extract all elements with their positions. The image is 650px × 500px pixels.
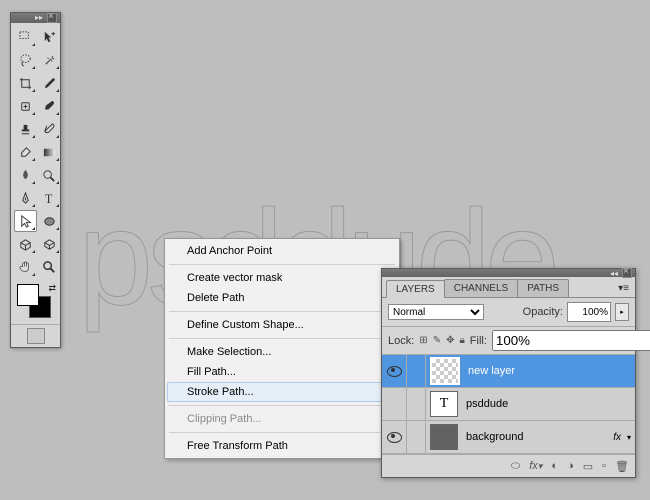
adjustment-icon[interactable]: ◑	[567, 460, 574, 472]
layer-name[interactable]: new layer	[464, 365, 635, 377]
move-tool[interactable]	[14, 26, 37, 48]
menu-create-vector-mask[interactable]: Create vector mask	[167, 268, 397, 288]
menu-stroke-path[interactable]: Stroke Path...	[167, 382, 397, 402]
link-cell[interactable]	[407, 355, 426, 387]
fill-input[interactable]	[492, 330, 650, 351]
group-icon[interactable]: ▭	[583, 460, 593, 473]
color-swatches[interactable]: ⇄	[11, 281, 60, 324]
lock-pixels-icon[interactable]: ✎	[433, 334, 441, 347]
hand-tool[interactable]	[14, 256, 37, 278]
menu-clipping-path: Clipping Path...	[167, 409, 397, 429]
eyedropper-tool[interactable]	[38, 72, 61, 94]
healing-tool[interactable]	[14, 95, 37, 117]
history-brush-tool[interactable]	[38, 118, 61, 140]
shape-tool[interactable]	[38, 210, 61, 232]
layers-panel: ◂◂ LAYERS CHANNELS PATHS ▾≡ Normal Opaci…	[381, 268, 636, 478]
blend-mode-select[interactable]: Normal	[388, 304, 484, 320]
brush-tool[interactable]	[38, 95, 61, 117]
tab-channels[interactable]: CHANNELS	[444, 279, 518, 297]
link-layers-icon[interactable]: ⬭	[511, 460, 520, 473]
fx-badge[interactable]: fx	[613, 432, 621, 443]
link-cell[interactable]	[407, 421, 426, 453]
close-icon[interactable]	[47, 13, 57, 23]
tab-paths[interactable]: PATHS	[517, 279, 569, 297]
menu-add-anchor-point[interactable]: Add Anchor Point	[167, 241, 397, 261]
tools-panel: ▸▸ T ⇄	[10, 12, 61, 348]
move-tool-icon[interactable]	[38, 26, 61, 48]
layer-name[interactable]: background	[462, 431, 613, 443]
svg-text:T: T	[45, 192, 53, 206]
lock-label: Lock:	[388, 335, 414, 347]
layer-row[interactable]: background fx ▾	[382, 421, 635, 454]
crop-tool[interactable]	[14, 72, 37, 94]
fx-icon[interactable]: fx▾	[529, 460, 542, 472]
path-selection-tool[interactable]	[14, 210, 37, 232]
3d-tool[interactable]	[14, 233, 37, 255]
type-tool[interactable]: T	[38, 187, 61, 209]
eye-icon	[387, 366, 402, 377]
tab-layers[interactable]: LAYERS	[386, 280, 445, 298]
opacity-slider-icon[interactable]: ▸	[615, 303, 629, 321]
tools-panel-header[interactable]: ▸▸	[11, 13, 60, 23]
visibility-toggle[interactable]	[382, 388, 407, 420]
layer-row[interactable]: new layer	[382, 355, 635, 388]
visibility-toggle[interactable]	[382, 355, 407, 387]
layer-thumbnail[interactable]	[430, 357, 460, 385]
close-icon[interactable]	[622, 268, 632, 278]
layers-footer: ⬭ fx▾ ◐ ◑ ▭ ▫ 🗑︎	[382, 454, 635, 477]
pen-tool[interactable]	[14, 187, 37, 209]
lock-all-icon[interactable]: 🔒︎	[459, 334, 464, 347]
menu-define-custom-shape[interactable]: Define Custom Shape...	[167, 315, 397, 335]
dodge-tool[interactable]	[38, 164, 61, 186]
layers-panel-header[interactable]: ◂◂	[382, 269, 635, 277]
menu-delete-path[interactable]: Delete Path	[167, 288, 397, 308]
eye-icon	[387, 432, 402, 443]
layer-thumbnail[interactable]: T	[430, 391, 458, 417]
blur-tool[interactable]	[14, 164, 37, 186]
menu-separator	[169, 264, 395, 265]
link-cell[interactable]	[407, 388, 426, 420]
panel-menu-icon[interactable]: ▾≡	[612, 280, 635, 297]
fill-label: Fill:	[470, 335, 487, 347]
menu-fill-path[interactable]: Fill Path...	[167, 362, 397, 382]
layer-thumbnail[interactable]	[430, 424, 458, 450]
chevron-down-icon[interactable]: ▾	[627, 433, 631, 442]
zoom-tool[interactable]	[38, 256, 61, 278]
lock-position-icon[interactable]: ✥	[446, 334, 454, 347]
opacity-input[interactable]	[567, 302, 611, 322]
swap-colors-icon[interactable]: ⇄	[48, 283, 56, 294]
edit-mode-toggle[interactable]	[11, 324, 60, 347]
standard-mode-icon[interactable]	[27, 328, 45, 344]
path-context-menu: Add Anchor Point Create vector mask Dele…	[164, 238, 400, 459]
layer-name[interactable]: psddude	[462, 398, 635, 410]
layer-list: new layer T psddude background fx ▾	[382, 355, 635, 454]
menu-separator	[169, 311, 395, 312]
camera-tool[interactable]	[38, 233, 61, 255]
opacity-label: Opacity:	[523, 306, 563, 318]
menu-separator	[169, 405, 395, 406]
collapse-icon[interactable]: ◂◂	[610, 269, 618, 278]
layer-row[interactable]: T psddude	[382, 388, 635, 421]
visibility-toggle[interactable]	[382, 421, 407, 453]
gradient-tool[interactable]	[38, 141, 61, 163]
collapse-icon[interactable]: ▸▸	[35, 14, 43, 22]
foreground-color[interactable]	[17, 284, 39, 306]
mask-icon[interactable]: ◐	[551, 460, 558, 472]
menu-make-selection[interactable]: Make Selection...	[167, 342, 397, 362]
new-layer-icon[interactable]: ▫	[602, 460, 606, 472]
trash-icon[interactable]: 🗑︎	[615, 460, 629, 473]
menu-separator	[169, 338, 395, 339]
menu-free-transform-path[interactable]: Free Transform Path	[167, 436, 397, 456]
lock-transparency-icon[interactable]: ⊞	[419, 334, 427, 347]
stamp-tool[interactable]	[14, 118, 37, 140]
menu-separator	[169, 432, 395, 433]
panel-tabs: LAYERS CHANNELS PATHS ▾≡	[382, 277, 635, 298]
eraser-tool[interactable]	[14, 141, 37, 163]
wand-tool[interactable]	[38, 49, 61, 71]
lasso-tool[interactable]	[14, 49, 37, 71]
